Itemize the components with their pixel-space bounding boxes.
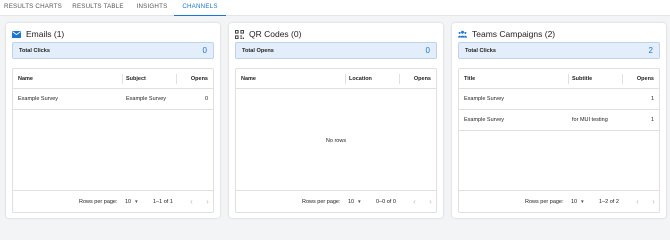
column-header-subtitle[interactable]: Subtitle xyxy=(572,69,592,89)
column-separator[interactable] xyxy=(122,74,123,84)
cell-title: Example Survey xyxy=(464,117,505,123)
cell-opens: 1 xyxy=(650,96,654,102)
cell-title: Example Survey xyxy=(464,96,505,102)
rows-per-page-select[interactable]: 10 ▼ xyxy=(348,191,362,213)
prev-page-icon[interactable]: ‹ xyxy=(187,197,196,207)
teams-campaigns-card-header: Teams Campaigns (2) xyxy=(458,28,555,40)
cell-subtitle: for MUI testing xyxy=(572,117,608,123)
next-page-icon[interactable]: › xyxy=(649,197,658,207)
column-header-name[interactable]: Name xyxy=(18,69,33,89)
emails-summary: Total Clicks 0 xyxy=(12,42,214,59)
table-row[interactable]: Example Survey Example Survey 0 xyxy=(13,89,213,110)
tab-results-charts[interactable]: RESULTS CHARTS xyxy=(0,0,66,16)
prev-page-icon[interactable]: ‹ xyxy=(633,197,642,207)
emails-card-header: Emails (1) xyxy=(12,28,64,40)
prev-page-icon[interactable]: ‹ xyxy=(410,197,419,207)
column-header-location[interactable]: Location xyxy=(349,69,372,89)
next-page-icon[interactable]: › xyxy=(203,197,212,207)
column-header-opens[interactable]: Opens xyxy=(191,69,208,89)
qr-codes-card-title: QR Codes (0) xyxy=(249,29,302,39)
qr-code-icon xyxy=(235,29,244,39)
pagination-range: 1–2 of 2 xyxy=(599,199,619,205)
emails-card-title: Emails (1) xyxy=(26,29,65,39)
table-pagination: Rows per page: 10 ▼ 1–2 of 2 ‹ › xyxy=(459,190,659,212)
table-header: Title Subtitle Opens xyxy=(459,69,659,89)
pagination-range: 0–0 of 0 xyxy=(376,199,396,205)
qr-codes-summary: Total Opens 0 xyxy=(235,42,437,59)
rows-per-page-select[interactable]: 10 ▼ xyxy=(571,191,585,213)
summary-value: 0 xyxy=(202,46,207,55)
cell-opens: 1 xyxy=(650,117,654,123)
caret-down-icon: ▼ xyxy=(580,199,585,204)
column-header-opens[interactable]: Opens xyxy=(637,69,654,89)
qr-codes-card-header: QR Codes (0) xyxy=(235,28,301,40)
pagination-range: 1–1 of 1 xyxy=(153,199,173,205)
cell-name: Example Survey xyxy=(18,96,59,102)
cell-opens: 0 xyxy=(204,96,208,102)
qr-codes-card: QR Codes (0) Total Opens 0 Name Location… xyxy=(229,23,443,218)
tab-channels[interactable]: CHANNELS xyxy=(174,0,226,16)
teams-campaigns-card-title: Teams Campaigns (2) xyxy=(472,29,556,39)
teams-campaigns-summary: Total Clicks 2 xyxy=(458,42,660,59)
rows-per-page-value: 10 xyxy=(125,199,132,205)
teams-campaigns-table: Title Subtitle Opens Example Survey 1 Ex… xyxy=(458,68,660,213)
table-pagination: Rows per page: 10 ▼ 1–1 of 1 ‹ › xyxy=(13,190,213,212)
rows-per-page-value: 10 xyxy=(571,199,578,205)
envelope-icon xyxy=(12,30,21,39)
summary-value: 0 xyxy=(425,46,430,55)
emails-table: Name Subject Opens Example Survey Exampl… xyxy=(12,68,214,213)
rows-per-page-select[interactable]: 10 ▼ xyxy=(125,191,139,213)
cell-subject: Example Survey xyxy=(126,96,167,102)
column-separator[interactable] xyxy=(399,74,400,84)
next-page-icon[interactable]: › xyxy=(426,197,435,207)
summary-label: Total Clicks xyxy=(465,47,496,54)
column-separator[interactable] xyxy=(568,74,569,84)
table-header: Name Location Opens xyxy=(236,69,436,89)
caret-down-icon: ▼ xyxy=(357,199,362,204)
rows-per-page-label: Rows per page: xyxy=(79,199,118,205)
caret-down-icon: ▼ xyxy=(134,199,139,204)
column-header-name[interactable]: Name xyxy=(241,69,256,89)
summary-label: Total Opens xyxy=(242,47,274,54)
column-header-title[interactable]: Title xyxy=(464,69,475,89)
qr-codes-table: Name Location Opens No rows Rows per pag… xyxy=(235,68,437,213)
tab-insights[interactable]: INSIGHTS xyxy=(130,0,174,16)
no-rows-message: No rows xyxy=(325,138,347,144)
emails-card: Emails (1) Total Clicks 0 Name Subject O… xyxy=(6,23,220,218)
rows-per-page-label: Rows per page: xyxy=(302,199,341,205)
column-separator[interactable] xyxy=(345,74,346,84)
summary-value: 2 xyxy=(648,46,653,55)
table-pagination: Rows per page: 10 ▼ 0–0 of 0 ‹ › xyxy=(236,190,436,212)
tab-results-table[interactable]: RESULTS TABLE xyxy=(66,0,130,16)
column-header-opens[interactable]: Opens xyxy=(414,69,431,89)
rows-per-page-label: Rows per page: xyxy=(525,199,564,205)
table-row[interactable]: Example Survey 1 xyxy=(459,89,659,110)
column-separator[interactable] xyxy=(622,74,623,84)
summary-label: Total Clicks xyxy=(19,47,50,54)
teams-icon xyxy=(458,30,467,39)
teams-campaigns-card: Teams Campaigns (2) Total Clicks 2 Title… xyxy=(452,23,666,218)
table-header: Name Subject Opens xyxy=(13,69,213,89)
column-header-subject[interactable]: Subject xyxy=(126,69,146,89)
rows-per-page-value: 10 xyxy=(348,199,355,205)
column-separator[interactable] xyxy=(176,74,177,84)
channel-tabs: RESULTS CHARTS RESULTS TABLE INSIGHTS CH… xyxy=(0,0,670,16)
table-row[interactable]: Example Survey for MUI testing 1 xyxy=(459,110,659,131)
